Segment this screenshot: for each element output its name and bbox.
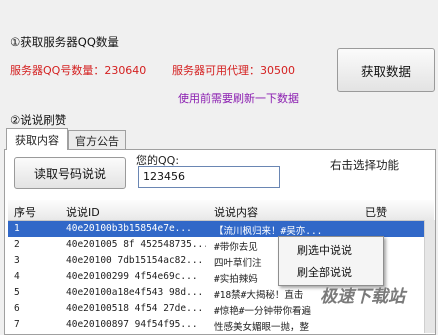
- fetch-data-button[interactable]: 获取数据: [337, 48, 435, 92]
- col-post-id[interactable]: 说说ID: [66, 204, 100, 220]
- row-no: 3: [14, 255, 20, 266]
- row-id: 40e20100a18e4f543 98d...: [66, 287, 204, 298]
- row-content: 【流川枫归来！#吴亦...: [214, 226, 323, 237]
- row-id: 40e20100 7db15154ac82...: [66, 255, 204, 266]
- table-row[interactable]: 7 40e20100897 94f54f95... 性感美女媚眼一抛，整: [8, 317, 434, 333]
- col-post-content[interactable]: 说说内容: [214, 204, 258, 220]
- read-qq-posts-button[interactable]: 读取号码说说: [14, 157, 126, 189]
- server-qq-count: 服务器QQ号数量：230640: [10, 64, 147, 77]
- site-watermark: 极速下载站: [320, 287, 405, 307]
- section1-title: ①获取服务器QQ数量: [10, 35, 119, 49]
- row-id: 40e201005 8f 452548735...: [66, 239, 206, 250]
- row-id: 40e20100518 4f54 27de...: [66, 303, 204, 314]
- table-row[interactable]: 1 40e20100b3b15854e7e... 【流川枫归来！#吴亦...: [8, 221, 434, 237]
- right-click-hint: 右击选择功能: [330, 158, 399, 172]
- tab-get-content[interactable]: 获取内容: [6, 128, 68, 150]
- col-liked[interactable]: 已赞: [365, 204, 387, 220]
- menu-item-refresh-all[interactable]: 刷全部说说: [281, 262, 379, 282]
- row-no: 2: [14, 239, 20, 250]
- tab-official-notice[interactable]: 官方公告: [68, 130, 126, 150]
- row-no: 1: [14, 223, 20, 234]
- refresh-notice: 使用前需要刷新一下数据: [178, 92, 299, 105]
- server-proxy-count: 服务器可用代理：30500: [172, 64, 295, 77]
- section2-title: ②说说刷赞: [10, 113, 67, 127]
- grid-header: 序号 说说ID 说说内容 已赞: [8, 200, 434, 221]
- col-no[interactable]: 序号: [14, 204, 36, 220]
- qq-input[interactable]: 123456: [138, 166, 280, 188]
- row-content: 性感美女媚眼一抛，整: [214, 322, 310, 333]
- row-id: 40e20100b3b15854e7e...: [66, 223, 192, 234]
- grid-scrollbar[interactable]: [424, 220, 435, 333]
- row-no: 4: [14, 271, 20, 282]
- context-menu: 刷选中说说 刷全部说说: [278, 236, 384, 286]
- row-id: 40e20100897 94f54f95...: [66, 319, 198, 330]
- row-no: 6: [14, 303, 20, 314]
- row-no: 5: [14, 287, 20, 298]
- menu-item-refresh-selected[interactable]: 刷选中说说: [281, 240, 379, 260]
- row-id: 40e20100299 4f54e69c...: [66, 271, 198, 282]
- row-no: 7: [14, 319, 20, 330]
